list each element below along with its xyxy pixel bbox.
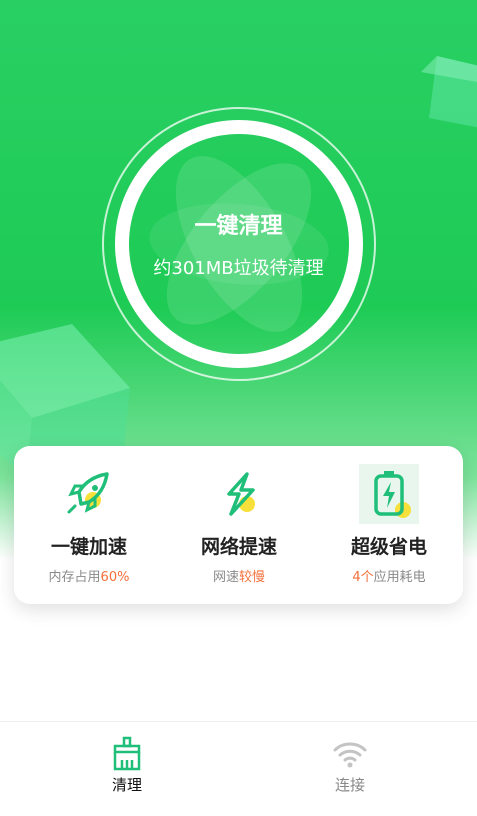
tab-label: 连接 [334, 776, 365, 794]
tab-connect[interactable]: 连接 [290, 722, 410, 816]
battery-icon [359, 464, 419, 524]
rocket-icon [67, 472, 109, 514]
feature-network-boost[interactable]: 网络提速 网速较慢 [164, 446, 314, 604]
feature-card: 一键加速 内存占用60% 网络提速 网速较慢 超级省电 4个应用耗电 [14, 446, 463, 604]
feature-desc: 4个应用耗电 [352, 570, 426, 585]
feature-speedup[interactable]: 一键加速 内存占用60% [14, 446, 164, 604]
lightning-icon [227, 472, 255, 516]
clean-title: 一键清理 [194, 214, 283, 239]
junk-size-text: 约301MB垃圾待清理 [153, 258, 324, 279]
broom-icon [113, 736, 141, 771]
clean-button[interactable] [115, 120, 363, 368]
bottom-tab-bar: 清理 连接 [0, 721, 477, 816]
fan-blades-icon [149, 156, 329, 332]
feature-desc: 内存占用60% [48, 570, 130, 585]
tab-label: 清理 [111, 776, 142, 794]
wifi-icon [333, 742, 367, 768]
feature-title: 超级省电 [350, 536, 427, 558]
feature-title: 一键加速 [50, 536, 127, 558]
feature-desc: 网速较慢 [212, 570, 266, 585]
feature-power-save[interactable]: 超级省电 4个应用耗电 [314, 446, 464, 604]
tab-clean[interactable]: 清理 [67, 722, 187, 816]
decorative-cube [421, 56, 477, 128]
feature-title: 网络提速 [200, 536, 277, 558]
